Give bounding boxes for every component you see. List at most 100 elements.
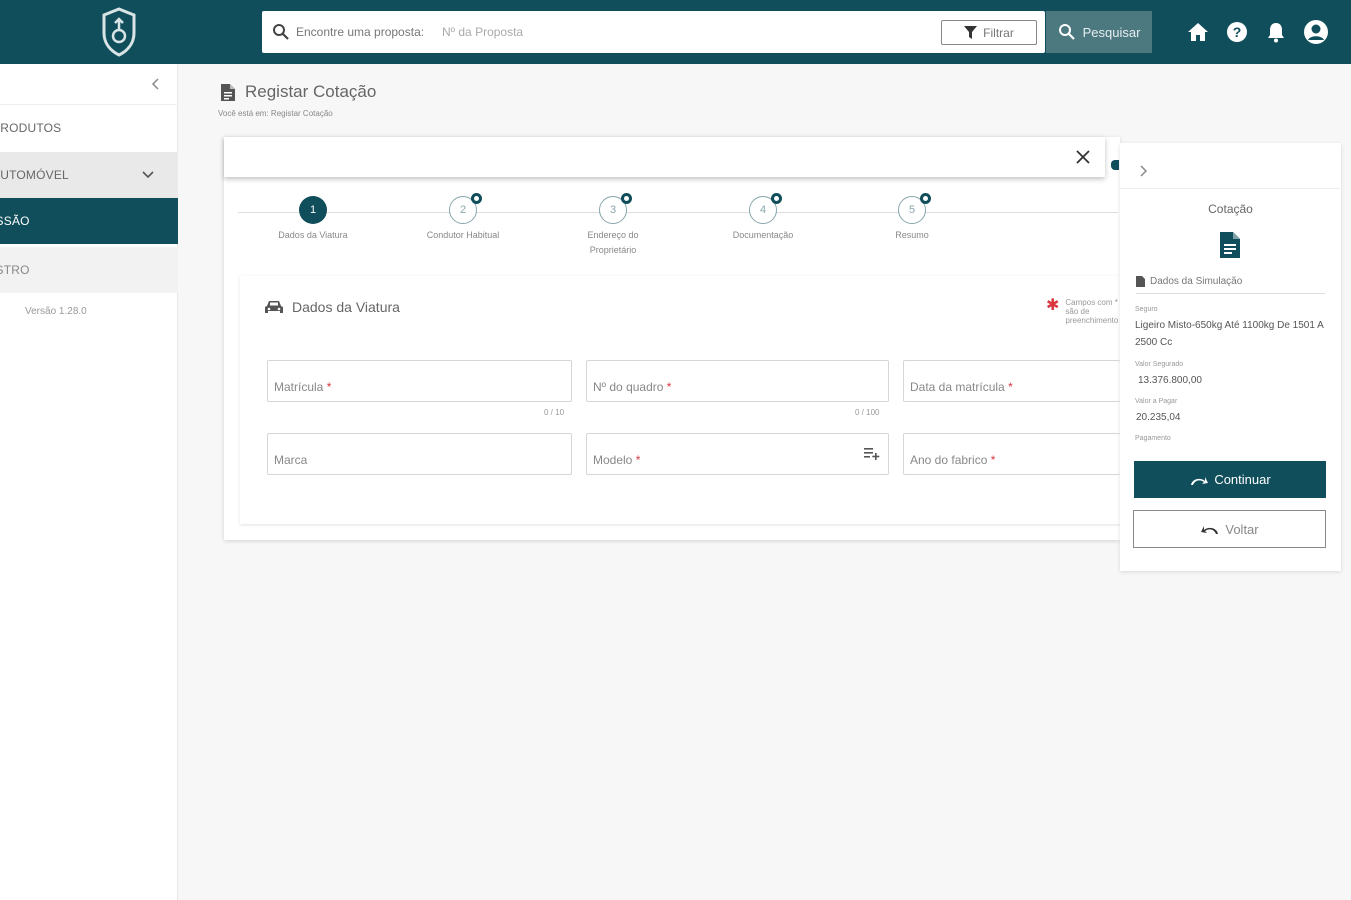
field-label: Modelo *: [593, 453, 641, 467]
chevron-down-icon: [141, 169, 155, 181]
required-star-icon: ✱: [1046, 297, 1060, 314]
top-bar: Encontre uma proposta: Filtrar Pesquisar…: [0, 0, 1351, 64]
svg-text:?: ?: [1233, 24, 1242, 40]
home-icon[interactable]: [1185, 19, 1211, 45]
simulation-title: Dados da Simulação: [1150, 276, 1243, 287]
pagamento-label: Pagamento: [1135, 435, 1171, 442]
undo-icon: [1201, 526, 1219, 534]
page-title-text: Registar Cotação: [245, 82, 377, 101]
sidebar-item-registro[interactable]: ISTRO: [0, 247, 178, 293]
sidebar-item-produtos[interactable]: PRODUTOS: [0, 104, 178, 150]
ano-fabrico-input[interactable]: [910, 438, 1105, 452]
redo-icon: [1191, 476, 1209, 485]
marca-field[interactable]: Marca: [267, 433, 572, 475]
filter-button[interactable]: Filtrar: [941, 20, 1037, 45]
logo-icon[interactable]: [100, 7, 138, 57]
step-2[interactable]: 2 Condutor Habitual: [408, 193, 518, 243]
step-label: Documentação: [732, 230, 794, 240]
quote-summary-panel: Cotação Dados da Simulação Seguro Ligeir…: [1120, 143, 1341, 571]
continue-button[interactable]: Continuar: [1134, 461, 1326, 498]
modelo-field[interactable]: Modelo *: [586, 433, 889, 475]
help-icon[interactable]: ?: [1224, 19, 1250, 45]
valor-pagar-label: Valor a Pagar: [1135, 398, 1178, 405]
page-title: Registar Cotação: [220, 82, 376, 102]
search-icon: [272, 23, 290, 41]
step-1[interactable]: 1 Dados da Viatura: [258, 196, 368, 243]
matricula-field[interactable]: Matrícula *: [267, 360, 572, 402]
sidebar-item-label: PRODUTOS: [0, 120, 62, 135]
modelo-input[interactable]: [593, 438, 864, 452]
valor-segurado-label: Valor Segurado: [1135, 361, 1184, 368]
field-label: Marca: [274, 453, 308, 467]
search-input[interactable]: [442, 21, 842, 43]
panel-edge-indicator: [1111, 160, 1119, 170]
back-label: Voltar: [1225, 521, 1259, 537]
chevron-right-icon[interactable]: [1138, 164, 1148, 177]
filter-label: Filtrar: [983, 25, 1014, 40]
panel-header: [1120, 143, 1341, 189]
field-label: Nº do quadro *: [593, 380, 672, 394]
continue-label: Continuar: [1214, 472, 1271, 487]
vehicle-data-section: Dados da Viatura ✱ Campos com * são de p…: [240, 276, 1120, 524]
document-icon: [1219, 231, 1241, 259]
search-icon: [1058, 24, 1075, 40]
step-number: 1: [299, 196, 327, 224]
field-label: Matrícula *: [274, 380, 332, 394]
step-label: Endereço do Proprietário: [587, 230, 639, 255]
valor-pagar-value: 20.235,04: [1136, 412, 1181, 423]
card-top-bar: [224, 137, 1105, 177]
step-status-icon: [621, 193, 632, 204]
data-matricula-input[interactable]: [910, 365, 1105, 379]
seguro-label: Seguro: [1135, 306, 1158, 313]
step-4[interactable]: 4 Documentação: [708, 193, 818, 243]
valor-segurado-value: 13.376.800,00: [1138, 375, 1202, 386]
step-status-icon: [471, 193, 482, 204]
quadro-field[interactable]: Nº do quadro *: [586, 360, 889, 402]
stepper-line: [238, 212, 1118, 213]
car-icon: [265, 301, 283, 313]
step-label: Resumo: [895, 230, 929, 240]
search-button-label: Pesquisar: [1082, 24, 1141, 40]
section-title-text: Dados da Viatura: [292, 299, 400, 315]
field-label: Data da matrícula *: [910, 380, 1013, 394]
matricula-input[interactable]: [274, 365, 547, 379]
required-note-text: Campos com * são de preenchimento: [1065, 298, 1119, 325]
sidebar-item-label: ISSÃO: [0, 214, 30, 228]
document-icon: [221, 83, 235, 101]
close-icon[interactable]: [1075, 149, 1091, 165]
seguro-value: Ligeiro Misto-650kg Até 1100kg De 1501 A…: [1135, 320, 1324, 348]
marca-input[interactable]: [274, 438, 547, 452]
document-icon: [1136, 276, 1145, 287]
sidebar-item-label: ISTRO: [0, 263, 30, 277]
notifications-bell-icon[interactable]: [1263, 19, 1289, 45]
field-label: Ano do fabrico *: [910, 453, 996, 467]
playlist-add-icon[interactable]: [864, 447, 880, 461]
quadro-input[interactable]: [593, 365, 864, 379]
step-status-icon: [920, 193, 931, 204]
version-label: Versão 1.28.0: [25, 306, 87, 317]
breadcrumb: Você está em: Registar Cotação: [218, 109, 333, 118]
collapse-sidebar-icon[interactable]: [148, 76, 164, 92]
step-3[interactable]: 3 Endereço do Proprietário: [558, 193, 668, 258]
sidebar: PRODUTOS AUTOMÓVEL ISSÃO ISTRO Versão 1.…: [0, 64, 178, 900]
simulation-header: Dados da Simulação: [1136, 276, 1325, 294]
account-icon[interactable]: [1303, 19, 1329, 45]
search-button[interactable]: Pesquisar: [1046, 11, 1152, 53]
step-label: Condutor Habitual: [426, 230, 500, 240]
back-button[interactable]: Voltar: [1133, 510, 1326, 548]
sidebar-item-label: AUTOMÓVEL: [0, 168, 69, 182]
data-matricula-field[interactable]: Data da matrícula *: [903, 360, 1120, 402]
step-label: Dados da Viatura: [278, 230, 348, 240]
search-label: Encontre uma proposta:: [296, 25, 425, 39]
required-note: ✱ Campos com * são de preenchimento: [1046, 297, 1125, 326]
quadro-counter: 0 / 100: [855, 408, 880, 417]
matricula-counter: 0 / 10: [544, 408, 565, 417]
filter-icon: [964, 26, 978, 39]
sidebar-item-emissao[interactable]: ISSÃO: [0, 198, 178, 244]
section-title: Dados da Viatura: [264, 299, 400, 315]
search-bar: Encontre uma proposta: Filtrar: [262, 11, 1045, 53]
sidebar-item-automovel[interactable]: AUTOMÓVEL: [0, 152, 178, 198]
step-5[interactable]: 5 Resumo: [857, 193, 967, 243]
step-status-icon: [771, 193, 782, 204]
ano-fabrico-field[interactable]: Ano do fabrico *: [903, 433, 1120, 475]
